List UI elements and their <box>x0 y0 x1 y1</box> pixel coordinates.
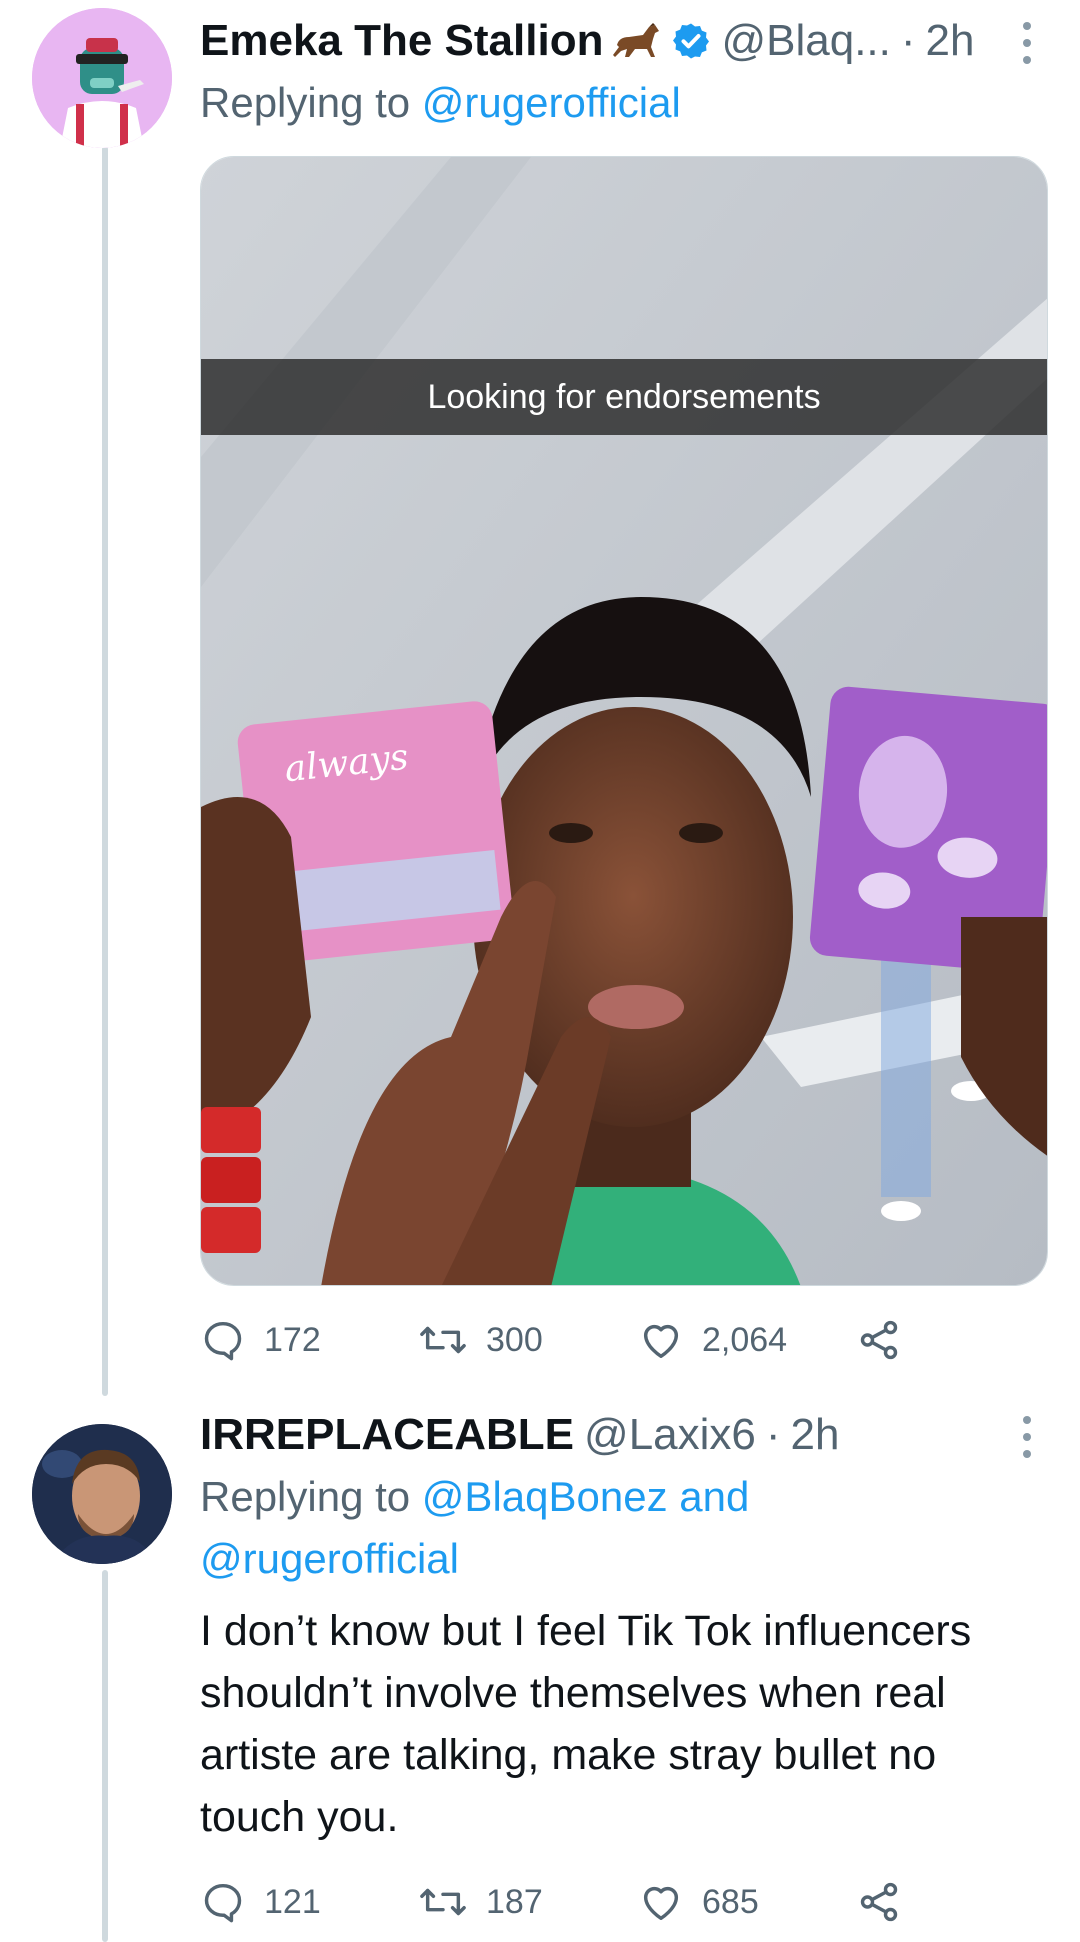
avatar[interactable] <box>32 1424 172 1564</box>
handle[interactable]: @Laxix6 <box>584 1410 756 1460</box>
photo-illustration: always <box>201 157 1047 1285</box>
tweet-2[interactable]: IRREPLACEABLE @Laxix6 · 2h Replying to @… <box>0 1404 1080 1942</box>
heart-icon <box>643 1886 679 1921</box>
horse-icon <box>613 21 663 61</box>
display-name[interactable]: Emeka The Stallion <box>200 16 603 66</box>
retweet-count: 187 <box>486 1882 543 1921</box>
reply-button[interactable]: 121 <box>200 1872 321 1932</box>
share-button[interactable] <box>856 1310 902 1370</box>
like-count: 2,064 <box>702 1320 788 1359</box>
ape-avatar-icon <box>32 8 172 148</box>
share-icon <box>860 1882 898 1922</box>
replying-to-continued: @rugerofficial <box>200 1528 1050 1590</box>
tweet-text: I don’t know but I feel Tik Tok influenc… <box>200 1607 972 1841</box>
separator: · <box>900 16 916 65</box>
more-options-button[interactable] <box>1012 1412 1042 1462</box>
handle[interactable]: @Blaq... <box>721 16 890 66</box>
reply-icon <box>204 1321 242 1361</box>
retweet-icon <box>420 1888 466 1916</box>
retweet-icon <box>420 1326 466 1354</box>
mention-link[interactable]: @rugerofficial <box>422 79 681 126</box>
timestamp[interactable]: 2h <box>791 1410 840 1460</box>
mention-link[interactable]: @BlaqBonez and <box>422 1473 750 1520</box>
retweet-count: 300 <box>486 1320 543 1359</box>
separator: · <box>765 1410 781 1459</box>
share-icon <box>860 1320 898 1360</box>
like-button[interactable]: 685 <box>638 1872 759 1932</box>
retweet-button[interactable]: 300 <box>418 1310 543 1370</box>
reply-count: 172 <box>264 1320 321 1359</box>
replying-to: Replying to @rugerofficial <box>200 72 1050 134</box>
tweet-actions: 172 300 2,064 <box>200 1310 1050 1370</box>
tweet-actions: 121 187 685 <box>200 1872 1050 1932</box>
verified-badge-icon <box>671 21 711 61</box>
display-name[interactable]: IRREPLACEABLE <box>200 1410 574 1460</box>
reply-button[interactable]: 172 <box>200 1310 321 1370</box>
avatar[interactable] <box>32 8 172 148</box>
heart-icon <box>643 1324 679 1359</box>
tweet-header: IRREPLACEABLE @Laxix6 · 2h <box>200 1404 1050 1466</box>
reply-count: 121 <box>264 1882 321 1921</box>
replying-to-label: Replying to <box>200 1473 411 1520</box>
tweet-1[interactable]: Emeka The Stallion @Blaq... · 2h Replyin… <box>0 0 1080 1390</box>
retweet-button[interactable]: 187 <box>418 1872 543 1932</box>
share-button[interactable] <box>856 1872 902 1932</box>
media-caption: Looking for endorsements <box>201 359 1047 435</box>
replying-to-label: Replying to <box>200 79 411 126</box>
tweet-header: Emeka The Stallion @Blaq... · 2h <box>200 10 1050 72</box>
tweet-media-image[interactable]: always Looking for endorsements <box>200 156 1048 1286</box>
like-button[interactable]: 2,064 <box>638 1310 787 1370</box>
like-count: 685 <box>702 1882 759 1921</box>
more-options-button[interactable] <box>1012 18 1042 68</box>
replying-to: Replying to @BlaqBonez and <box>200 1466 1050 1528</box>
mention-link[interactable]: @rugerofficial <box>200 1535 459 1582</box>
player-avatar-icon <box>32 1424 172 1564</box>
reply-icon <box>204 1883 242 1923</box>
timestamp[interactable]: 2h <box>926 16 975 66</box>
